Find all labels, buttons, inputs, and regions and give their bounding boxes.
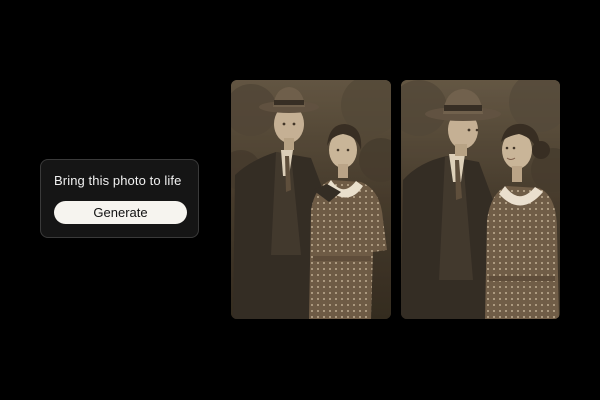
stage: Bring this photo to life Generate	[0, 0, 600, 400]
sepia-couple-portrait-icon	[231, 80, 391, 319]
sepia-couple-portrait-facing-icon	[401, 80, 560, 319]
animated-photo	[401, 80, 560, 319]
original-photo	[231, 80, 391, 319]
generate-button[interactable]: Generate	[54, 201, 187, 224]
prompt-card: Bring this photo to life Generate	[40, 159, 199, 238]
prompt-text: Bring this photo to life	[54, 173, 182, 188]
